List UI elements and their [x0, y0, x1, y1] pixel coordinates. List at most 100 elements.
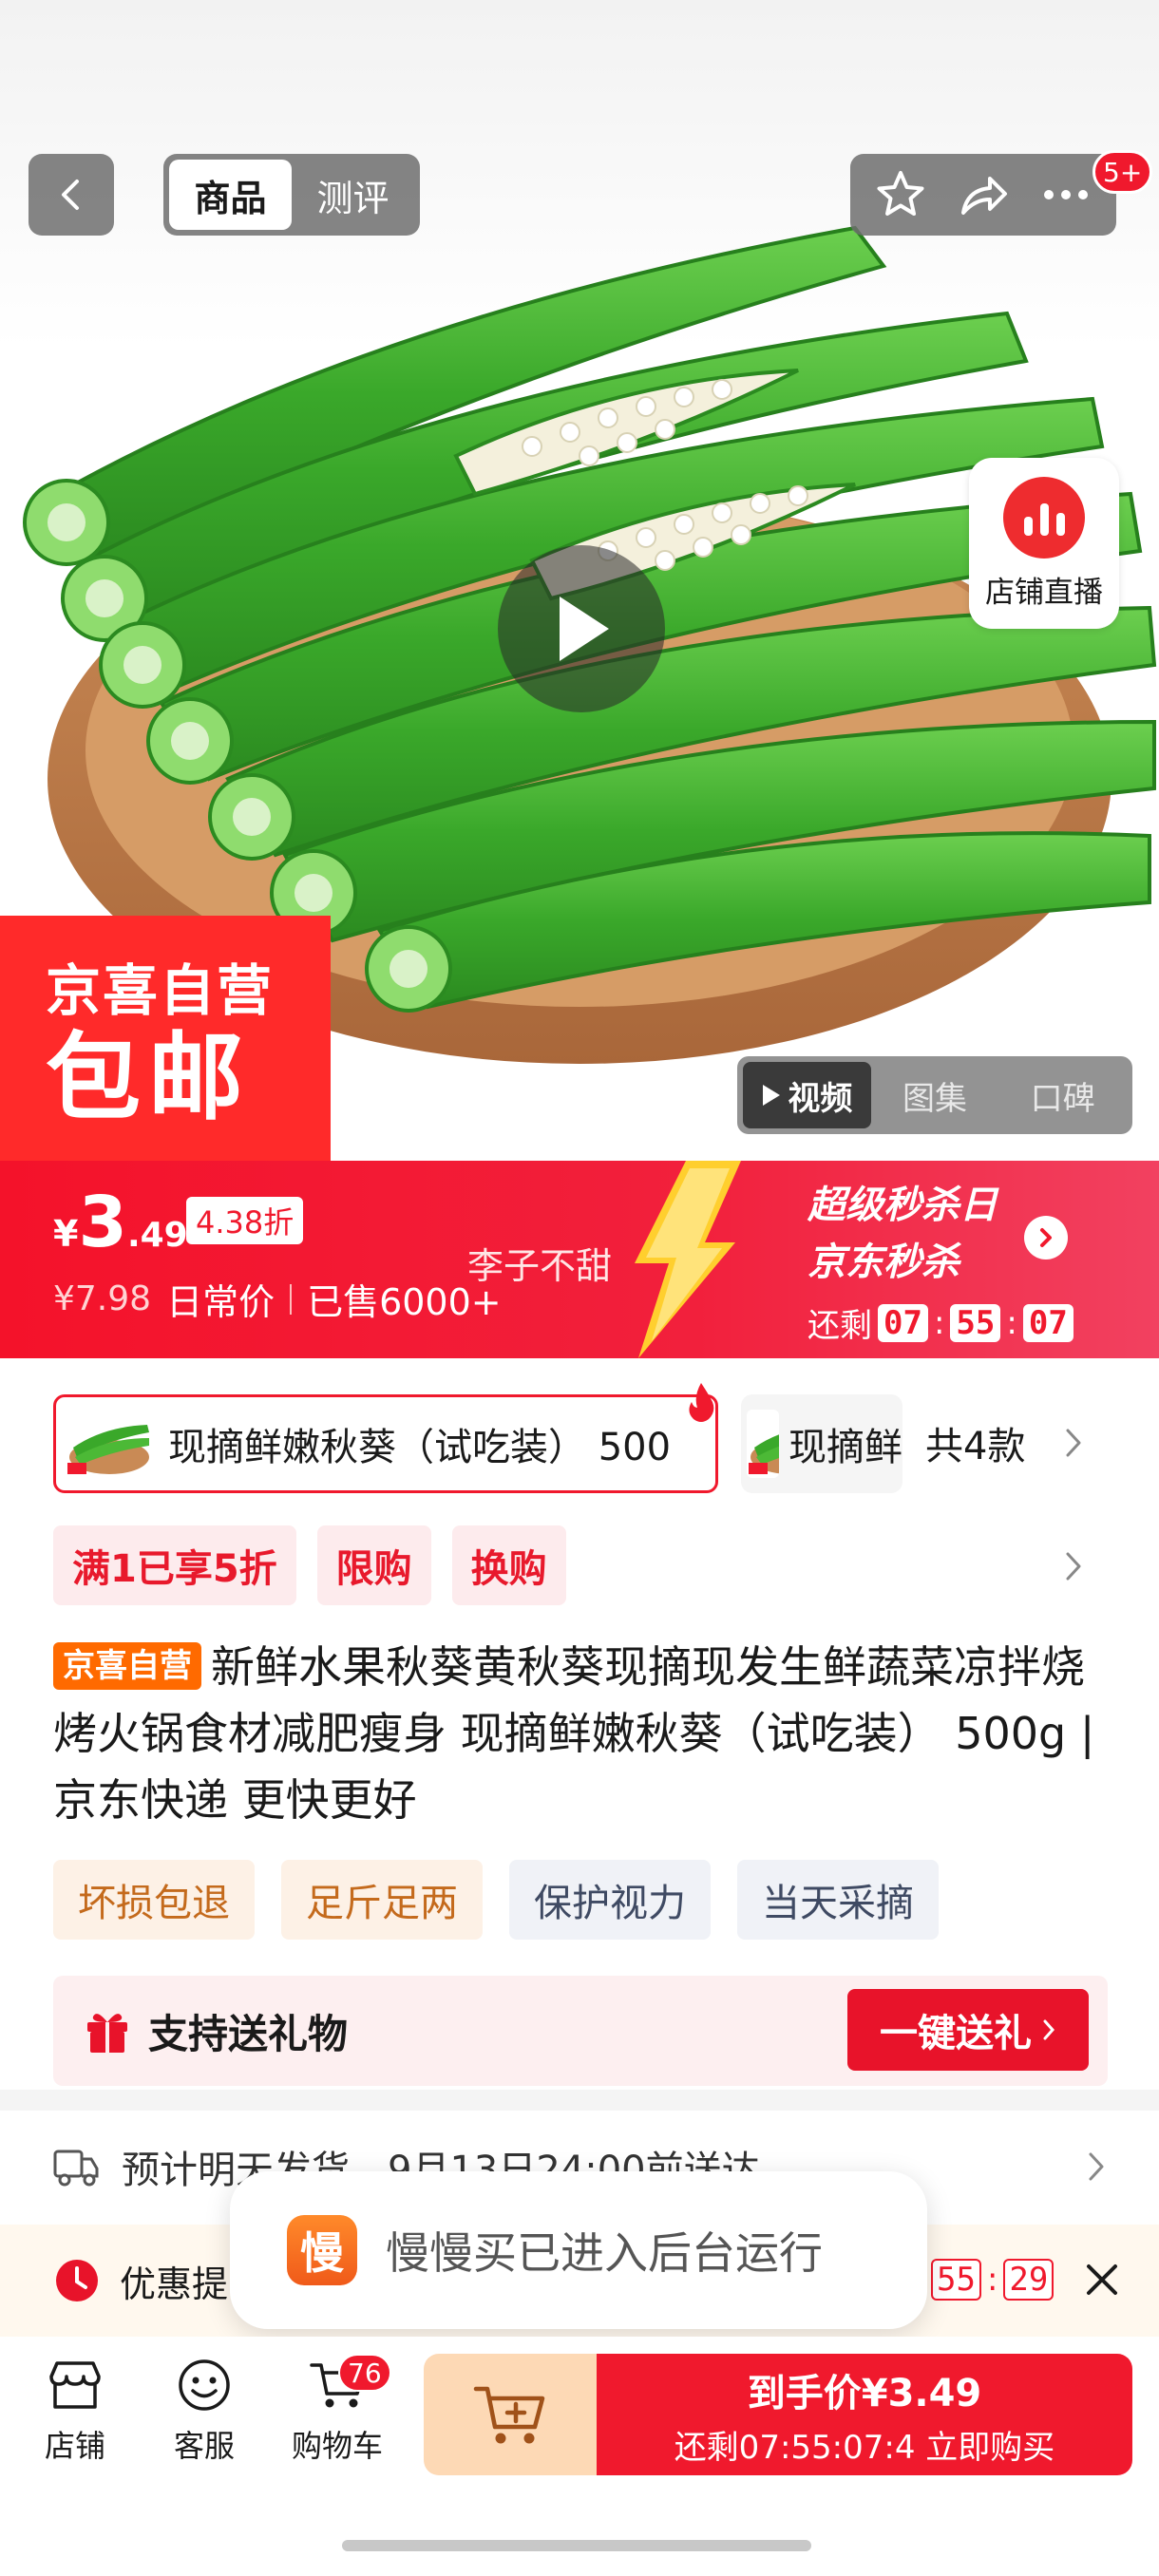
spec-thumbnail [66, 1410, 153, 1478]
price-meta: ¥7.98 日常价 已售6000+ [53, 1273, 502, 1325]
tab-gallery[interactable]: 图集 [871, 1062, 999, 1128]
chevron-left-icon [62, 180, 79, 210]
service-label: 客服 [173, 2428, 235, 2464]
feature-tag: 保护视力 [509, 1860, 711, 1940]
tab-product[interactable]: 商品 [169, 160, 292, 230]
customer-service-button[interactable]: 客服 [142, 2358, 266, 2466]
offer-tags[interactable]: 满1已享5折 限购 换购 [53, 1525, 566, 1605]
shop-name[interactable]: 李子不甜 [467, 1237, 612, 1289]
feature-tag: 坏损包退 [53, 1860, 255, 1940]
feature-tag: 当天采摘 [737, 1860, 939, 1940]
product-title: 京喜自营 新鲜水果秋葵黄秋葵现摘现发生鲜蔬菜凉拌烧烤火锅食材减肥瘦身 现摘鲜嫩秋葵… [53, 1634, 1117, 1833]
final-price: 到手价¥3.49 [747, 2371, 982, 2415]
reminder-countdown: 55 : 29 [931, 2259, 1054, 2301]
divider [290, 1283, 293, 1315]
feature-tags: 坏损包退 足斤足两 保护视力 当天采摘 [53, 1860, 939, 1940]
header-actions [850, 154, 1116, 236]
promo-line1: 京喜自营 [46, 958, 275, 1023]
truck-icon [53, 2150, 99, 2187]
spec-option-selected[interactable]: 现摘鲜嫩秋葵（试吃装） 500 [53, 1394, 718, 1493]
chevron-right-icon [1043, 2019, 1055, 2040]
send-gift-button[interactable]: 一键送礼 [847, 1989, 1089, 2071]
colon: : [933, 1303, 945, 1342]
spec-count[interactable]: 共4款 [925, 1415, 1025, 1470]
countdown-seconds: 07 [1022, 1303, 1074, 1342]
feature-tag: 足斤足两 [281, 1860, 483, 1940]
discount-tag: 4.38折 [186, 1197, 304, 1244]
price-banner: ¥ 3 .49 4.38折 ¥7.98 日常价 已售6000+ 李子不甜 超级秒… [0, 1161, 1159, 1358]
promo-line2: 包邮 [46, 1022, 251, 1133]
price-decimal: .49 [126, 1216, 188, 1255]
spec-option-2-label: 现摘鲜 [788, 1426, 902, 1469]
hot-fire-icon [689, 1383, 714, 1422]
bottom-action-bar: 店铺 客服 购物车 76 到手价¥3.49 还剩07:55:07:4 立即购买 [0, 2337, 1159, 2479]
gift-bar: 支持送礼物 一键送礼 [53, 1976, 1108, 2086]
flash-sale-arrow-icon [1024, 1216, 1068, 1260]
add-to-cart-button[interactable] [424, 2354, 597, 2475]
spec-option-label: 现摘鲜嫩秋葵（试吃装） 500 [168, 1426, 672, 1469]
current-price: ¥ 3 .49 [53, 1182, 188, 1263]
buy-countdown: 还剩07:55:07:4 立即购买 [674, 2428, 1055, 2467]
star-icon[interactable] [873, 167, 928, 222]
offer-tag[interactable]: 换购 [451, 1525, 566, 1605]
offer-tag[interactable]: 限购 [316, 1525, 431, 1605]
lightning-icon [635, 1161, 741, 1358]
daily-price-label: 日常价 [166, 1281, 276, 1323]
tab-video-label: 视频 [788, 1079, 853, 1118]
notification-badge: 5+ [1092, 150, 1153, 194]
live-label: 店铺直播 [985, 575, 1103, 610]
tab-video[interactable]: 视频 [743, 1062, 871, 1128]
self-operated-tag: 京喜自营 [53, 1642, 201, 1690]
spec-option-2[interactable]: 现摘鲜 [741, 1394, 902, 1493]
back-button[interactable] [28, 154, 114, 236]
play-video-button[interactable] [498, 545, 665, 712]
countdown-hours: 07 [878, 1303, 928, 1342]
flash-sale-title: 超级秒杀日 [808, 1184, 998, 1227]
flash-sale[interactable]: 超级秒杀日 京东秒杀 还剩 07 : 55 : 07 [808, 1174, 1150, 1345]
cart-count-badge: 76 [338, 2354, 391, 2392]
play-icon [560, 597, 609, 661]
chevron-right-icon[interactable] [1062, 1550, 1085, 1582]
colon: : [986, 2261, 998, 2299]
currency-symbol: ¥ [53, 1213, 79, 1255]
clock-icon [56, 2260, 98, 2301]
gift-icon [87, 2014, 127, 2053]
play-small-icon [763, 1085, 781, 1106]
add-cart-icon [473, 2386, 545, 2444]
offer-tag[interactable]: 满1已享5折 [53, 1525, 296, 1605]
countdown-minutes: 55 [950, 1303, 1001, 1342]
store-button[interactable]: 店铺 [13, 2358, 137, 2466]
toast-text: 慢慢买已进入后台运行 [386, 2227, 823, 2279]
header-tabs: 商品 测评 [163, 154, 420, 236]
store-live-button[interactable]: 店铺直播 [969, 458, 1119, 629]
countdown-minutes: 55 [931, 2259, 981, 2301]
countdown-label: 还剩 [808, 1307, 872, 1345]
tab-reputation[interactable]: 口碑 [998, 1062, 1127, 1128]
product-title-text: 新鲜水果秋葵黄秋葵现摘现发生鲜蔬菜凉拌烧烤火锅食材减肥瘦身 现摘鲜嫩秋葵（试吃装… [53, 1641, 1095, 1826]
gift-label: 支持送礼物 [148, 2010, 349, 2057]
media-tabs: 视频 图集 口碑 [737, 1056, 1132, 1134]
share-icon[interactable] [956, 167, 1011, 222]
tab-review[interactable]: 测评 [292, 160, 414, 230]
price-integer: 3 [78, 1182, 127, 1263]
more-icon[interactable] [1038, 167, 1093, 222]
live-icon [1003, 476, 1085, 559]
chevron-right-icon[interactable] [1085, 2150, 1108, 2183]
buy-now-button[interactable]: 到手价¥3.49 还剩07:55:07:4 立即购买 [597, 2354, 1132, 2475]
chevron-right-icon[interactable] [1062, 1427, 1085, 1459]
close-icon[interactable] [1083, 2261, 1121, 2299]
cart-label: 购物车 [291, 2428, 383, 2464]
original-price: ¥7.98 [53, 1279, 152, 1318]
colon: : [1006, 1303, 1017, 1342]
spec-thumbnail [747, 1410, 779, 1478]
app-icon: 慢 [287, 2215, 357, 2285]
store-icon [49, 2361, 101, 2409]
reminder-text: 优惠提 [120, 2263, 229, 2305]
promo-badge: 京喜自营 包邮 [0, 916, 331, 1161]
background-toast: 慢 慢慢买已进入后台运行 [230, 2171, 927, 2329]
store-label: 店铺 [44, 2428, 105, 2464]
product-hero: 商品 测评 5+ 店铺直播 京喜自营 包邮 视频 图集 口碑 [0, 0, 1159, 1161]
section-divider [0, 2090, 1159, 2111]
home-indicator[interactable] [342, 2540, 811, 2551]
flash-sale-countdown: 还剩 07 : 55 : 07 [808, 1299, 1074, 1346]
